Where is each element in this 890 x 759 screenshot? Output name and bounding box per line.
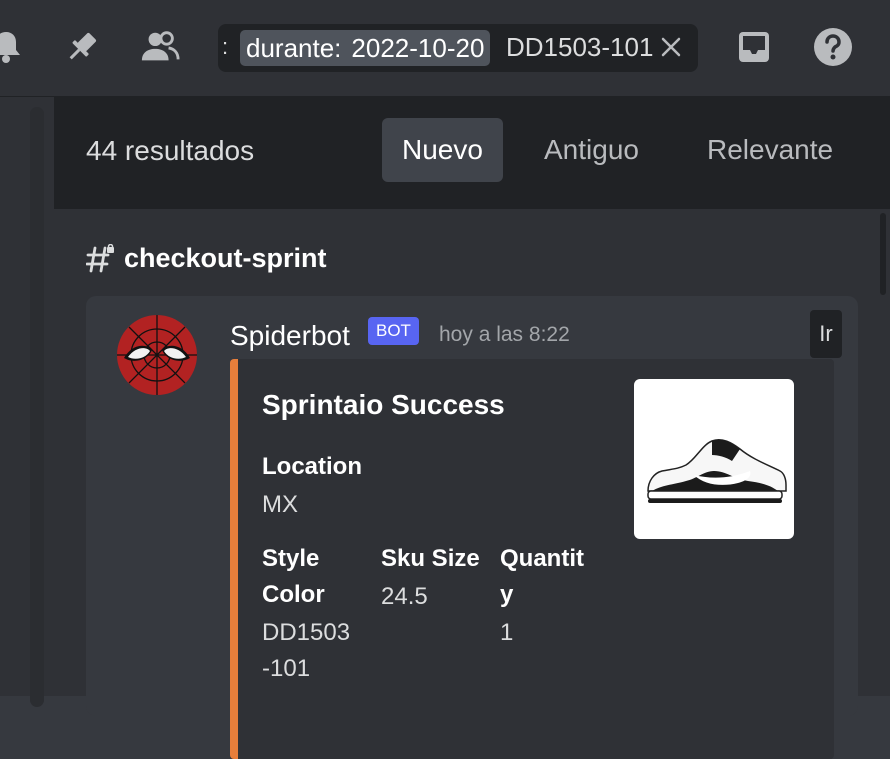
bot-badge: BOT	[368, 317, 419, 345]
field-value-location: MX	[262, 491, 298, 518]
jump-button[interactable]: Ir	[810, 310, 842, 358]
field-value-style-line1: DD1503	[262, 619, 351, 646]
spiderman-avatar-icon	[117, 315, 197, 395]
message-area-edge	[0, 97, 54, 707]
search-bar[interactable]: : durante: 2022-10-20 DD1503-101	[218, 24, 698, 72]
search-result-message[interactable]: Spiderbot BOT hoy a las 8:22 Ir Sprintai…	[86, 296, 858, 759]
message-author[interactable]: Spiderbot	[230, 320, 350, 352]
tab-nuevo[interactable]: Nuevo	[382, 118, 503, 182]
channel-name: checkout-sprint	[124, 243, 327, 273]
avatar[interactable]	[116, 314, 198, 396]
tab-relevante[interactable]: Relevante	[707, 118, 833, 182]
private-channel-icon	[86, 243, 114, 272]
sneaker-image	[647, 438, 787, 503]
field-value-size: 24.5	[381, 583, 428, 610]
embed-title: Sprintaio Success	[262, 389, 505, 420]
results-count: 44 resultados	[86, 135, 255, 166]
date-filter-chip[interactable]: durante: 2022-10-20	[240, 30, 491, 66]
search-results-header: 44 resultados Nuevo Antiguo Relevante	[54, 97, 890, 209]
channel-header-toolbar: : durante: 2022-10-20 DD1503-101	[0, 0, 890, 97]
filter-value: 2022-10-20	[351, 32, 485, 63]
field-name-style-line1: Style	[262, 545, 320, 572]
bell-icon[interactable]	[0, 27, 26, 67]
search-results-list: checkout-sprint Spiderbot BOT hoy a las …	[54, 209, 890, 759]
clear-search-icon[interactable]	[658, 34, 684, 60]
results-scrollbar[interactable]	[880, 213, 886, 295]
search-term[interactable]: DD1503-101	[506, 32, 653, 63]
message-timestamp[interactable]: hoy a las 8:22	[439, 323, 570, 347]
field-name-style-line2: Color	[262, 581, 325, 608]
field-value-quantity: 1	[500, 619, 514, 646]
scrollbar-track[interactable]	[30, 107, 44, 707]
members-icon[interactable]	[140, 27, 180, 67]
field-name-location: Location	[262, 453, 362, 480]
message-embed: Sprintaio Success Location MX Style Colo…	[230, 359, 834, 759]
search-prefix: :	[222, 34, 229, 59]
pin-icon[interactable]	[62, 27, 102, 67]
field-name-quantity-line2: y	[500, 581, 514, 608]
field-name-quantity-line1: Quantit	[500, 545, 584, 572]
filter-label: durante:	[246, 32, 342, 63]
tab-antiguo[interactable]: Antiguo	[544, 118, 639, 182]
field-name-size: Sku Size	[381, 545, 480, 572]
help-icon[interactable]	[813, 27, 853, 67]
result-channel-heading[interactable]: checkout-sprint	[86, 243, 327, 274]
embed-thumbnail[interactable]	[634, 379, 794, 539]
inbox-icon[interactable]	[734, 27, 774, 67]
field-value-style-line2: -101	[262, 655, 311, 682]
